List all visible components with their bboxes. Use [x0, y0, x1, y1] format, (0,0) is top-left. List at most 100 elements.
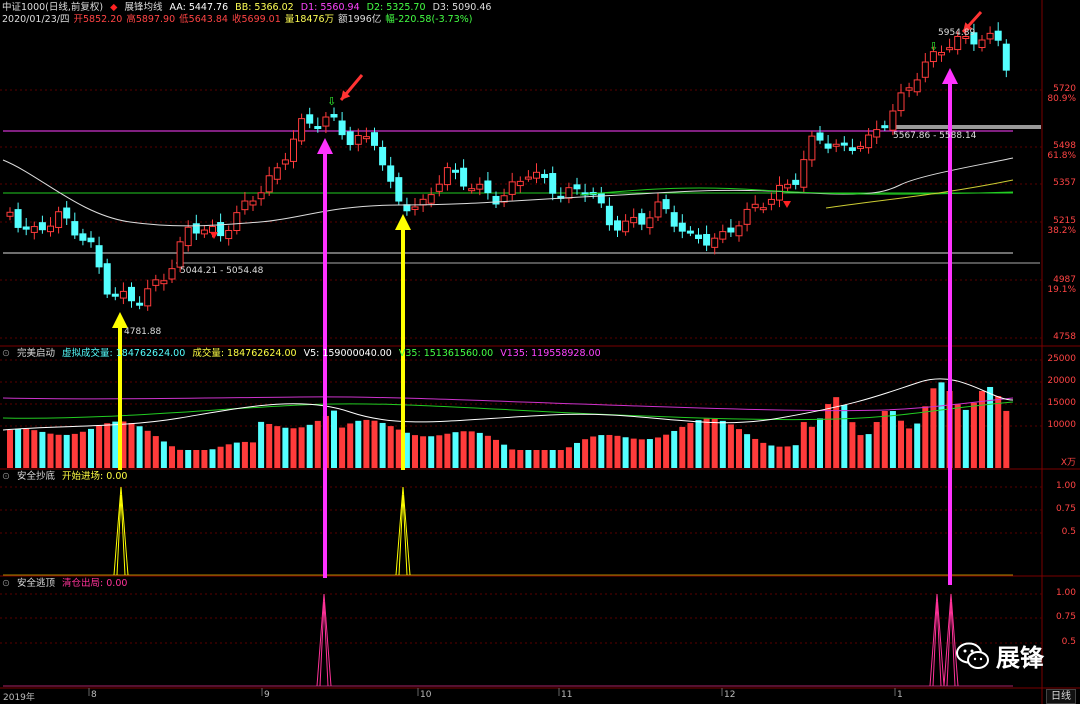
volume-bar: [841, 405, 848, 468]
volume-bar: [574, 442, 580, 468]
candle-body: [800, 159, 808, 188]
v35-value: V35: 151361560.00: [398, 348, 494, 359]
volume-bar: [225, 444, 232, 468]
panel-toggle-icon-3[interactable]: ⊙: [2, 578, 10, 589]
timeline-label-oct: 10: [420, 690, 432, 700]
timeline-label-jan: 1: [897, 690, 903, 700]
sell-spike-2-inner: [932, 601, 942, 687]
volume-bar: [970, 402, 977, 468]
volume-bar: [363, 419, 370, 468]
candle-body: [686, 230, 694, 234]
volume-bar: [371, 420, 378, 468]
volume-bar: [282, 427, 289, 468]
period-button[interactable]: 日线: [1046, 689, 1076, 704]
bar-date: 2020/01/23/四: [2, 14, 70, 25]
candle-body: [362, 136, 370, 140]
red-signal-marker-2: [783, 201, 791, 208]
candle-body: [257, 192, 265, 200]
volume-bar: [160, 441, 167, 468]
candle-body: [816, 132, 824, 141]
bb-value: BB: 5366.02: [235, 2, 294, 13]
volume-bar: [306, 424, 313, 468]
candle-body: [241, 200, 249, 211]
candle-body: [938, 51, 945, 56]
volume-bar: [136, 426, 143, 468]
candle-body: [792, 179, 800, 185]
volume-bar: [274, 426, 281, 468]
volume-bar: [347, 423, 354, 468]
price-axis-4987: 4987 19.1%: [1047, 275, 1076, 295]
panel-toggle-icon-2[interactable]: ⊙: [2, 471, 10, 482]
candle-body: [330, 114, 338, 118]
candle-body: [22, 226, 30, 230]
candle-body: [759, 207, 767, 211]
candle-body: [508, 181, 516, 195]
down-arrow-signal-icon: ⇩: [327, 95, 337, 108]
indicator-name: 展锋均线: [124, 2, 163, 13]
candle-body: [435, 183, 443, 192]
volume-bar: [233, 442, 240, 468]
volume-bar: [79, 431, 86, 468]
vol-unit: X万: [1060, 458, 1076, 468]
volume-value: 量18476万: [284, 14, 335, 25]
candle-body: [322, 116, 330, 127]
volume-bar: [995, 396, 1002, 468]
candle-body: [865, 134, 873, 149]
candle-body: [273, 167, 281, 180]
d1-value: D1: 5560.94: [300, 2, 360, 13]
volume-bar: [557, 450, 564, 468]
candle-body: [873, 129, 881, 138]
volume-bar: [695, 420, 702, 468]
volume-bar: [412, 435, 418, 468]
volume-bar: [209, 449, 216, 468]
candle-body: [192, 223, 200, 234]
candle-body: [209, 226, 216, 233]
sell-signal-label: 清仓出局: 0.00: [62, 578, 128, 589]
candle-body: [468, 188, 476, 192]
buy-axis-05: 0.5: [1061, 527, 1076, 537]
candle-body: [476, 183, 484, 190]
candle-body: [808, 135, 816, 161]
candle-body: [913, 79, 921, 93]
volume-bar: [744, 434, 751, 468]
candle-body: [55, 211, 63, 228]
change-value: 幅-220.58(-3.73%): [385, 14, 473, 25]
down-arrow-signal-icon-2: ⇩: [929, 40, 939, 53]
price-axis-5357: 5357: [1053, 178, 1076, 188]
buy-spike-1-inner: [116, 494, 126, 576]
volume-bar: [395, 429, 402, 468]
volume-bar: [857, 435, 864, 468]
panel-toggle-icon[interactable]: ⊙: [2, 348, 10, 359]
sell-axis-075: 0.75: [1055, 612, 1076, 622]
candle-body: [443, 167, 451, 186]
candle-body: [484, 180, 492, 194]
volume-bar: [15, 428, 22, 468]
candle-body: [638, 213, 646, 225]
timeline-label-sep: 9: [264, 690, 270, 700]
volume-bar: [582, 439, 589, 468]
candle-body: [79, 233, 87, 241]
volume-bar: [177, 449, 184, 468]
volume-bar: [250, 442, 256, 468]
yellow-arrow-2-head: [395, 214, 411, 230]
candle-body: [71, 221, 79, 236]
candle-body: [654, 201, 662, 218]
volume-bar: [88, 428, 94, 468]
v5-value: V5: 159000040.00: [303, 348, 392, 359]
volume-bar: [549, 450, 556, 468]
volume-bar: [185, 450, 192, 468]
candle-body: [225, 229, 233, 240]
red-signal-marker-1: [210, 232, 218, 239]
candle-body: [460, 167, 468, 187]
volume-bar: [39, 431, 46, 468]
volume-bar: [71, 433, 78, 468]
sell-axis-05: 0.5: [1061, 637, 1076, 647]
candle-body: [573, 184, 581, 190]
volume-bar: [914, 423, 921, 468]
candle-body: [832, 143, 840, 147]
volume-bar: [938, 382, 945, 468]
volume-bar: [687, 423, 694, 468]
candle-body: [387, 165, 395, 182]
candle-body: [419, 198, 427, 206]
volume-bar: [314, 420, 321, 468]
